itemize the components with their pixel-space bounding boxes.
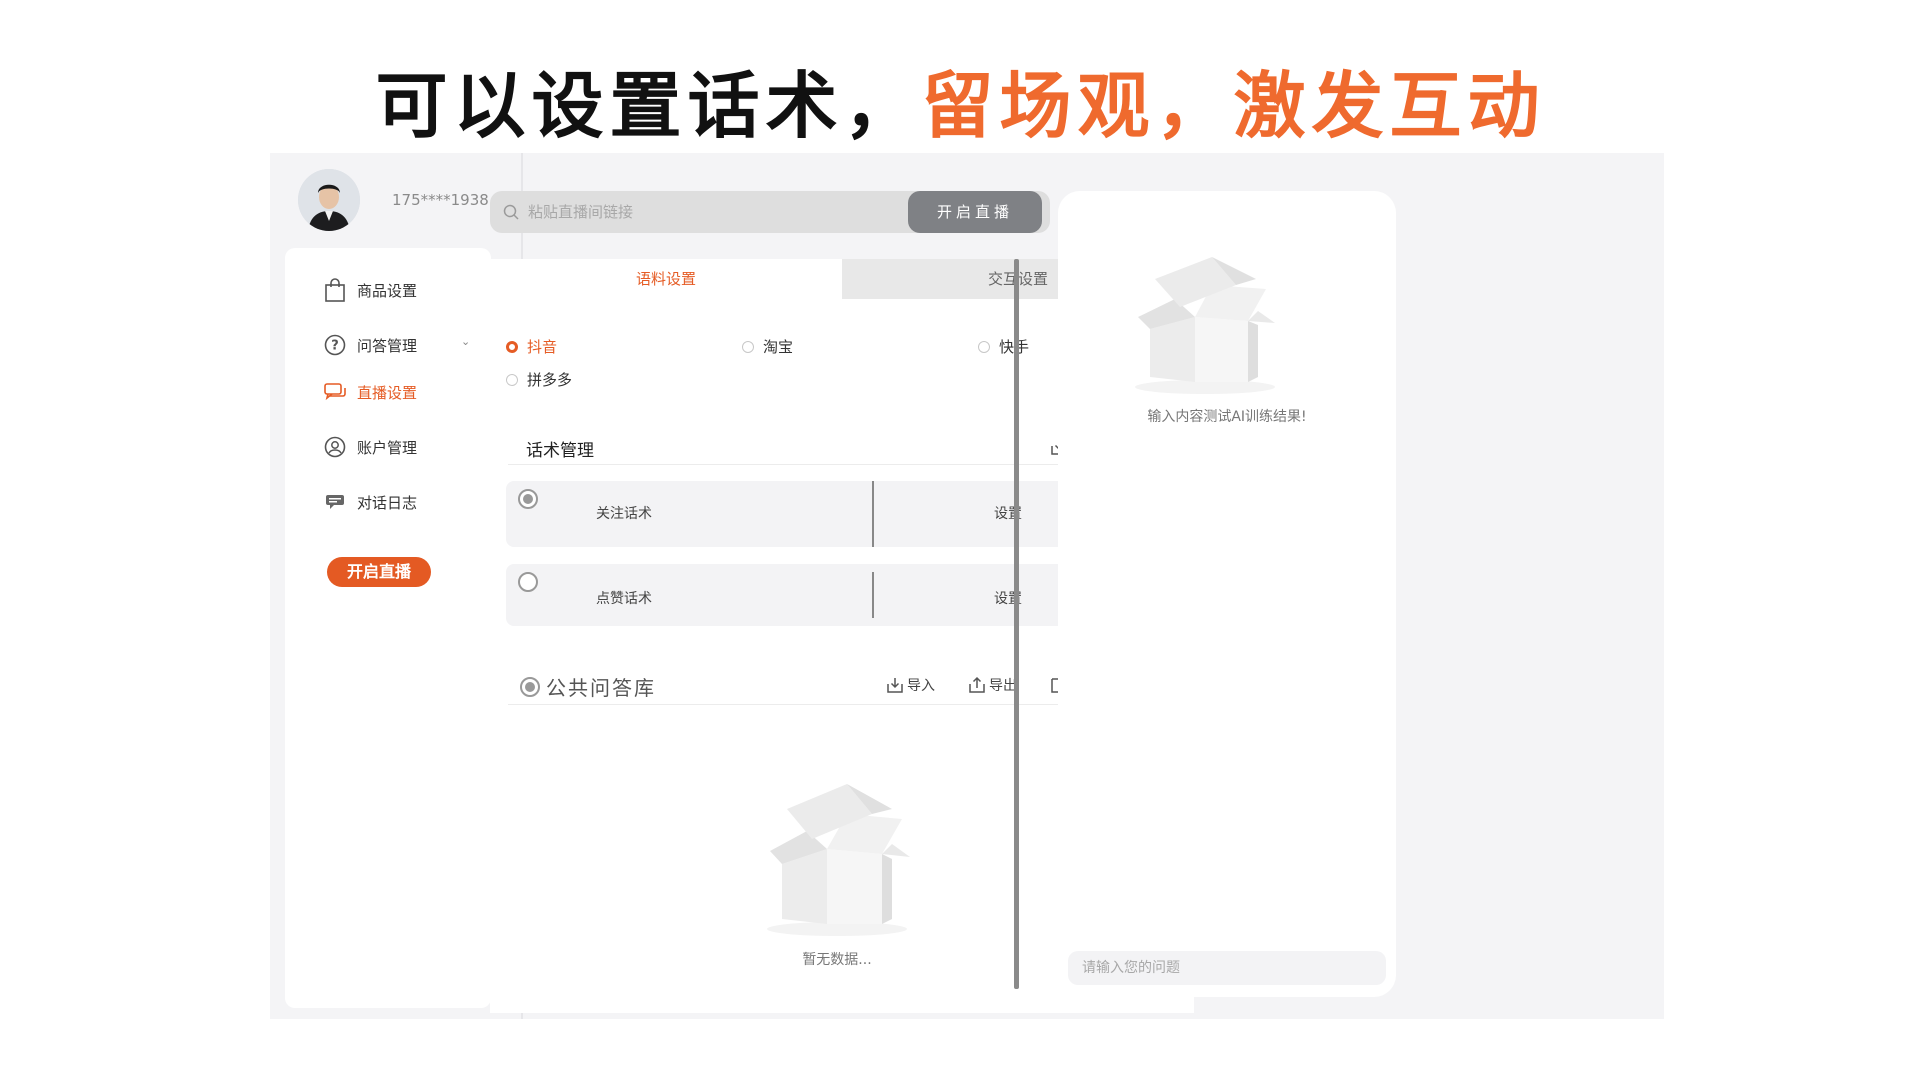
sidebar-item-live-settings[interactable]: 直播设置 <box>323 378 417 406</box>
script-row-like: 点赞话术 设置 <box>506 564 1146 626</box>
qa-radio-icon[interactable] <box>520 676 540 697</box>
script-management-title: 话术管理 <box>526 441 594 461</box>
sidebar-item-product-settings[interactable]: 商品设置 <box>323 276 417 304</box>
tab-corpus-settings[interactable]: 语料设置 <box>490 259 842 299</box>
start-live-button[interactable]: 开启直播 <box>908 191 1042 233</box>
question-circle-icon: ? <box>323 333 347 357</box>
row-divider <box>872 481 874 547</box>
script-name: 点赞话术 <box>596 591 652 607</box>
platform-label: 淘宝 <box>763 338 794 356</box>
action-label: 导入 <box>907 678 935 694</box>
sidebar-item-account-management[interactable]: 账户管理 <box>323 433 417 461</box>
question-input[interactable] <box>1080 959 1374 977</box>
search-icon <box>503 204 519 220</box>
radio-icon <box>978 340 990 353</box>
row-divider <box>872 572 874 618</box>
empty-box-icon <box>1135 257 1275 394</box>
headline-part2: 留场观，激发互动 <box>921 64 1546 148</box>
sidebar-item-label: 商品设置 <box>357 281 418 300</box>
export-icon <box>969 676 985 693</box>
script-row-follow: 关注话术 设置 <box>506 481 1146 547</box>
chevron-down-icon[interactable]: ⌄ <box>461 335 470 348</box>
radio-icon <box>506 340 518 353</box>
platform-taobao[interactable]: 淘宝 <box>742 336 793 357</box>
sidebar-start-live-button[interactable]: 开启直播 <box>327 557 431 587</box>
platform-label: 拼多多 <box>527 371 573 389</box>
svg-text:?: ? <box>331 339 339 354</box>
shopping-bag-icon <box>323 278 347 302</box>
sidebar-item-label: 对话日志 <box>357 493 418 512</box>
question-input-wrapper <box>1068 951 1386 985</box>
ai-empty-text: 输入内容测试AI训练结果! <box>1147 409 1307 425</box>
chat-bubbles-icon <box>323 380 347 404</box>
sidebar: 175****1938 商品设置 ? 问答管理 ⌄ 直播设置 账户管理 对话日志… <box>270 153 523 1019</box>
empty-box-icon <box>767 784 910 936</box>
action-label: 导出 <box>989 678 1017 694</box>
public-qa-title: 公共问答库 <box>520 672 656 701</box>
app-window: 175****1938 商品设置 ? 问答管理 ⌄ 直播设置 账户管理 对话日志… <box>270 153 1664 1019</box>
platform-label: 抖音 <box>527 338 558 356</box>
platform-kuaishou[interactable]: 快手 <box>978 336 1029 357</box>
headline-part1: 可以设置话术， <box>375 64 922 148</box>
ai-test-panel: 输入内容测试AI训练结果! <box>1058 191 1396 997</box>
avatar[interactable] <box>298 169 360 231</box>
panel-scrollbar[interactable] <box>1014 259 1019 989</box>
platform-pinduoduo[interactable]: 拼多多 <box>506 369 572 390</box>
platform-douyin[interactable]: 抖音 <box>506 336 557 357</box>
radio-icon <box>506 373 518 386</box>
user-phone: 175****1938 <box>392 191 489 209</box>
qa-export-button[interactable]: 导出 <box>968 675 1017 695</box>
headline: 可以设置话术，留场观，激发互动 <box>0 58 1921 154</box>
qa-empty-text: 暂无数据... <box>802 952 872 968</box>
sidebar-item-qa-management[interactable]: ? 问答管理 ⌄ <box>323 331 473 359</box>
radio-icon <box>742 340 754 353</box>
sidebar-item-label: 账户管理 <box>357 438 418 457</box>
sidebar-item-label: 直播设置 <box>357 383 418 402</box>
qa-import-button[interactable]: 导入 <box>886 675 935 695</box>
script-name: 关注话术 <box>596 506 652 522</box>
sidebar-item-label: 问答管理 <box>357 336 418 355</box>
row-radio[interactable] <box>518 489 538 509</box>
import-icon <box>887 678 903 693</box>
public-qa-label: 公共问答库 <box>546 676 656 700</box>
sidebar-menu: 商品设置 ? 问答管理 ⌄ 直播设置 账户管理 对话日志 开启直播 <box>285 248 491 1008</box>
user-circle-icon <box>323 435 347 459</box>
row-radio[interactable] <box>518 572 538 592</box>
sidebar-item-conversation-log[interactable]: 对话日志 <box>323 488 417 516</box>
message-icon <box>323 490 347 514</box>
